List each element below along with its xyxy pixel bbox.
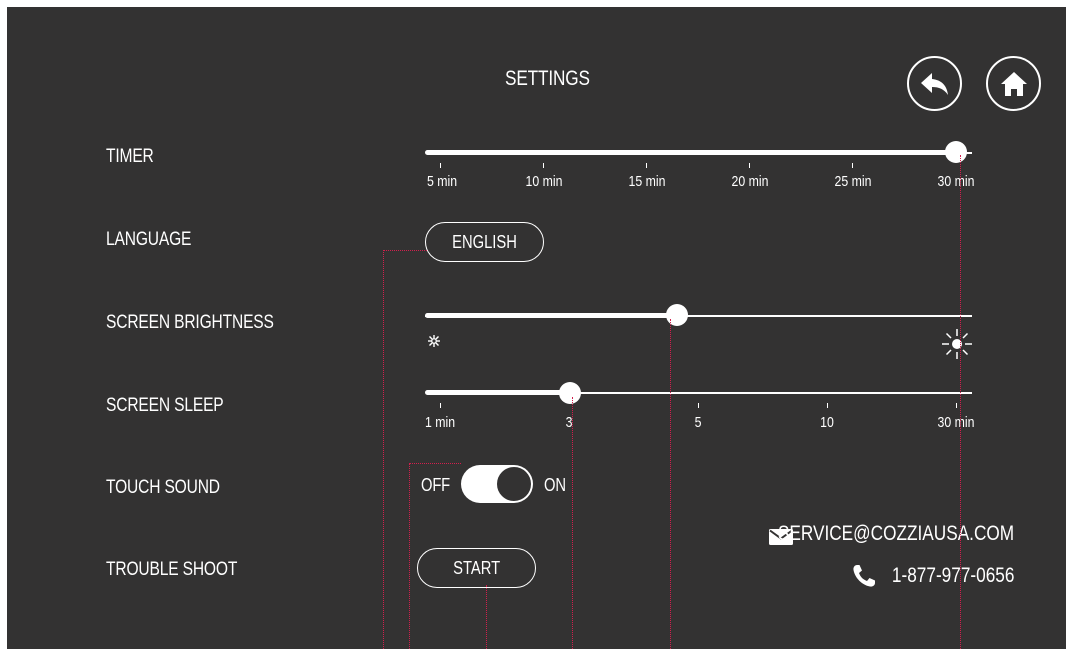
contact-phone: 1-877-977-0656: [891, 564, 1014, 587]
trouble-shoot-start-button[interactable]: START: [417, 548, 536, 588]
start-button-label: START: [452, 557, 501, 578]
trouble-shoot-label: TROUBLE SHOOT: [106, 559, 238, 580]
language-button[interactable]: ENGLISH: [425, 222, 544, 262]
timer-tick-label: 25 min: [834, 173, 872, 190]
contact-email: SERVICE@COZZIAUSA.COM: [777, 522, 1014, 545]
timer-tick: [543, 163, 544, 168]
timer-tick-label: 10 min: [525, 173, 563, 190]
settings-screen: SETTINGS TIMER LANGUAGE SCREEN BRIGHTNES…: [7, 7, 1066, 649]
guide-line: [960, 155, 961, 649]
timer-tick-label: 5 min: [426, 173, 458, 190]
sleep-slider-fill: [425, 390, 570, 395]
sleep-tick: [827, 403, 828, 408]
guide-line: [670, 319, 671, 649]
brightness-slider-track: [425, 315, 972, 317]
sleep-tick: [698, 403, 699, 408]
brightness-slider-knob[interactable]: [665, 304, 688, 326]
timer-label: TIMER: [106, 146, 154, 167]
touch-sound-label: TOUCH SOUND: [106, 477, 220, 498]
guide-line: [486, 585, 487, 649]
timer-slider-fill: [425, 150, 961, 155]
language-value: ENGLISH: [452, 231, 517, 252]
sleep-slider-knob[interactable]: [559, 382, 581, 404]
home-button[interactable]: [986, 56, 1041, 111]
timer-slider-knob[interactable]: [945, 141, 967, 163]
phone-icon: [853, 565, 875, 587]
timer-tick: [646, 163, 647, 168]
guide-line: [383, 250, 384, 649]
bright-sun-icon: [942, 329, 972, 359]
dim-sun-icon: [428, 335, 440, 347]
timer-tick: [440, 163, 441, 168]
screen-sleep-label: SCREEN SLEEP: [106, 395, 224, 416]
touch-sound-toggle[interactable]: [461, 465, 533, 503]
toggle-knob: [496, 466, 532, 502]
sleep-tick: [440, 403, 441, 408]
language-label: LANGUAGE: [106, 229, 192, 250]
timer-tick-label: 15 min: [628, 173, 666, 190]
guide-line: [409, 463, 461, 464]
timer-tick: [852, 163, 853, 168]
back-arrow-icon: [920, 72, 948, 95]
guide-line: [572, 397, 573, 649]
timer-tick: [749, 163, 750, 168]
sleep-tick-label: 5: [694, 414, 702, 431]
sleep-tick-label: 1 min: [424, 414, 456, 431]
screen-brightness-label: SCREEN BRIGHTNESS: [106, 312, 274, 333]
guide-line: [383, 250, 427, 251]
timer-tick-label: 20 min: [731, 173, 769, 190]
page-title: SETTINGS: [505, 67, 590, 90]
sleep-tick-label: 10: [820, 414, 834, 431]
sleep-tick-label: 30 min: [937, 414, 975, 431]
sleep-slider-track: [567, 392, 972, 394]
toggle-on-label: ON: [544, 475, 566, 495]
home-icon: [1000, 71, 1027, 96]
toggle-off-label: OFF: [421, 475, 451, 495]
sleep-tick: [956, 403, 957, 408]
back-button[interactable]: [907, 56, 962, 111]
guide-line: [409, 463, 410, 649]
timer-tick-label: 30 min: [937, 173, 975, 190]
